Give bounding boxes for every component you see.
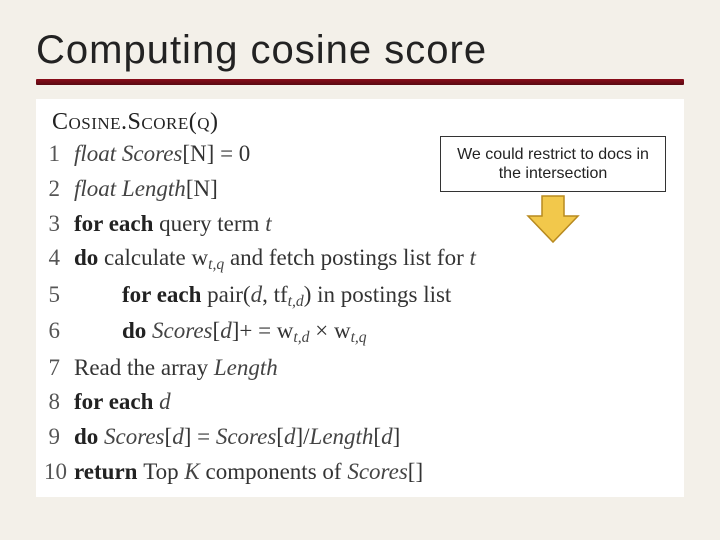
- text: ) in postings list: [304, 282, 452, 307]
- text: d: [153, 389, 170, 414]
- text: Length: [310, 424, 374, 449]
- text: do: [74, 245, 104, 270]
- title-underline: [36, 79, 684, 85]
- text: t,d: [288, 293, 304, 310]
- text: d: [251, 282, 263, 307]
- text: []: [408, 459, 423, 484]
- text: components of: [200, 459, 348, 484]
- text: float Length: [74, 176, 186, 201]
- text: t,q: [351, 329, 367, 346]
- text: for each: [122, 282, 201, 307]
- text: × w: [309, 318, 350, 343]
- line-number: 10: [44, 458, 74, 487]
- text: ]/: [295, 424, 309, 449]
- line-6: do Scores[d]+ = wt,d × wt,q: [74, 317, 676, 347]
- text: and fetch postings list for: [224, 245, 469, 270]
- text: d: [172, 424, 184, 449]
- line-8: for each d: [74, 388, 676, 417]
- text: Scores: [347, 459, 407, 484]
- text: query term: [153, 211, 265, 236]
- text: do: [74, 424, 104, 449]
- text: Scores: [216, 424, 276, 449]
- text: d: [284, 424, 296, 449]
- text: [N]: [186, 176, 218, 201]
- line-9: do Scores[d] = Scores[d]/Length[d]: [74, 423, 676, 452]
- line-number: 7: [44, 354, 74, 383]
- text: pair(: [201, 282, 250, 307]
- text: ]: [393, 424, 401, 449]
- line-5: for each pair(d, tft,d) in postings list: [74, 281, 676, 311]
- text: Read the array: [74, 355, 214, 380]
- text: calculate w: [104, 245, 208, 270]
- text: Top: [143, 459, 184, 484]
- function-header: Cosine.Score(q): [52, 109, 676, 136]
- text: [: [373, 424, 381, 449]
- text: t: [265, 211, 271, 236]
- line-number: 4: [44, 244, 74, 274]
- line-number: 2: [44, 175, 74, 204]
- text: d: [381, 424, 393, 449]
- arrow-down-icon: [440, 194, 666, 249]
- text: t,d: [293, 329, 309, 346]
- line-10: return Top K components of Scores[]: [74, 458, 676, 487]
- page-title: Computing cosine score: [36, 28, 684, 73]
- function-name: Cosine.Score(q): [52, 109, 219, 135]
- text: Length: [214, 355, 278, 380]
- text: t,q: [208, 256, 224, 273]
- text: return: [74, 459, 143, 484]
- text: d: [220, 318, 232, 343]
- line-number: 8: [44, 388, 74, 417]
- line-number: 6: [44, 317, 74, 347]
- line-7: Read the array Length: [74, 354, 676, 383]
- text: , tf: [262, 282, 288, 307]
- line-number: 9: [44, 423, 74, 452]
- text: K: [184, 459, 199, 484]
- callout-text: We could restrict to docs in the interse…: [457, 146, 649, 182]
- slide: Computing cosine score Cosine.Score(q) 1…: [0, 0, 720, 540]
- callout: We could restrict to docs in the interse…: [440, 136, 666, 249]
- text: Scores: [152, 318, 212, 343]
- line-number: 5: [44, 281, 74, 311]
- callout-box: We could restrict to docs in the interse…: [440, 136, 666, 192]
- text: Scores: [104, 424, 164, 449]
- line-number: 3: [44, 210, 74, 239]
- text: for each: [74, 389, 153, 414]
- text: ] =: [184, 424, 216, 449]
- text: for each: [74, 211, 153, 236]
- text: float Scores: [74, 141, 182, 166]
- text: [: [276, 424, 284, 449]
- text: ]+ = w: [232, 318, 294, 343]
- text: [N] = 0: [182, 141, 250, 166]
- text: do: [122, 318, 152, 343]
- line-number: 1: [44, 140, 74, 169]
